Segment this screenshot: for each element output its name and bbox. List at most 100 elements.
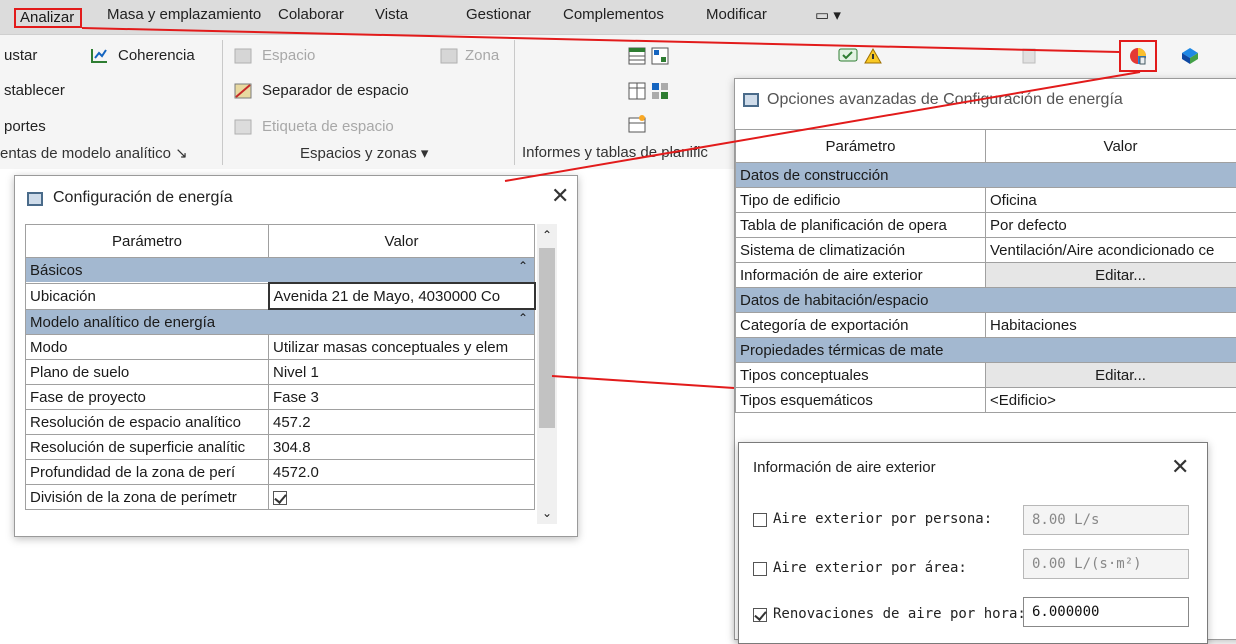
ribbon-separador[interactable]: Separador de espacio (262, 82, 409, 99)
ribbon-coherencia[interactable]: Coherencia (118, 47, 195, 64)
table-row[interactable]: Tabla de planificación de operaPor defec… (736, 213, 1236, 238)
edit-outdoor-air-button[interactable]: Editar... (986, 263, 1236, 288)
table-row[interactable]: División de la zona de perímetr (26, 485, 535, 510)
close-icon[interactable]: ✕ (551, 186, 569, 206)
scrollbar-thumb[interactable] (539, 248, 555, 428)
scrollbar[interactable]: ⌃ ⌄ (537, 224, 557, 524)
legend-icon[interactable] (651, 82, 669, 100)
section-basicos[interactable]: Básicos⌃ (26, 258, 535, 284)
table-row[interactable]: Profundidad de la zona de perí4572.0 (26, 460, 535, 485)
ribbon-zona[interactable]: Zona (465, 47, 499, 64)
param-label: Resolución de superficie analític (26, 435, 269, 460)
table-row[interactable]: Resolución de espacio analítico457.2 (26, 410, 535, 435)
per-person-checkbox[interactable] (753, 511, 767, 529)
column-header-valor[interactable]: Valor (269, 225, 535, 258)
collapse-icon[interactable]: ⌃ (518, 259, 528, 273)
ribbon-ajustar[interactable]: ustar (4, 47, 37, 64)
table-row[interactable]: Fase de proyectoFase 3 (26, 385, 535, 410)
table-row[interactable]: Tipo de edificioOficina (736, 188, 1236, 213)
param-label: Ubicación (26, 283, 269, 309)
menu-extra-dropdown[interactable]: ▭ ▾ (815, 6, 841, 24)
section-datos-construccion[interactable]: Datos de construcción (736, 163, 1236, 188)
menu-masa[interactable]: Masa y emplazamiento (107, 6, 261, 23)
dialog-app-icon (743, 93, 759, 107)
table-row[interactable]: Información de aire exteriorEditar... (736, 263, 1236, 288)
menu-complementos[interactable]: Complementos (563, 6, 664, 23)
ribbon-reportes[interactable]: portes (4, 118, 46, 135)
param-value[interactable]: 4572.0 (269, 460, 535, 485)
param-value[interactable]: 304.8 (269, 435, 535, 460)
param-value[interactable]: 457.2 (269, 410, 535, 435)
menu-analizar[interactable]: Analizar (14, 8, 82, 28)
panel-footer-espacios[interactable]: Espacios y zonas ▾ (300, 144, 428, 162)
panel-footer-herramientas[interactable]: entas de modelo analítico ↘ (0, 144, 188, 162)
param-label: Profundidad de la zona de perí (26, 460, 269, 485)
schedule-alt-icon[interactable] (651, 47, 669, 65)
air-changes-input[interactable]: 6.000000 (1023, 597, 1189, 627)
section-datos-habitacion[interactable]: Datos de habitación/espacio (736, 288, 1236, 313)
ribbon-espacio[interactable]: Espacio (262, 47, 315, 64)
param-value[interactable]: Por defecto (986, 213, 1236, 238)
column-header-valor[interactable]: Valor (986, 130, 1236, 163)
report-icon[interactable] (628, 115, 646, 133)
perimeter-zone-checkbox[interactable] (273, 491, 287, 505)
column-header-parametro[interactable]: Parámetro (736, 130, 986, 163)
param-label: Tipo de edificio (736, 188, 986, 213)
param-label: Tipos esquemáticos (736, 388, 986, 413)
energy-model-icon[interactable] (1180, 46, 1200, 66)
ribbon-etiqueta[interactable]: Etiqueta de espacio (262, 118, 394, 135)
param-label: Fase de proyecto (26, 385, 269, 410)
section-propiedades-termicas[interactable]: Propiedades térmicas de mate (736, 338, 1236, 363)
air-changes-checkbox[interactable] (753, 606, 767, 624)
advanced-settings-table: Parámetro Valor Datos de construcción Ti… (735, 129, 1236, 413)
air-changes-label: Renovaciones de aire por hora: (773, 606, 1026, 622)
param-label: Tabla de planificación de opera (736, 213, 986, 238)
param-value[interactable] (269, 485, 535, 510)
param-label: Categoría de exportación (736, 313, 986, 338)
table-icon[interactable] (628, 82, 646, 100)
menu-colaborar[interactable]: Colaborar (278, 6, 344, 23)
param-value[interactable]: Ventilación/Aire acondicionado ce (986, 238, 1236, 263)
param-value[interactable]: Nivel 1 (269, 360, 535, 385)
param-value[interactable]: Utilizar masas conceptuales y elem (269, 335, 535, 360)
table-row[interactable]: Categoría de exportaciónHabitaciones (736, 313, 1236, 338)
table-row[interactable]: ModoUtilizar masas conceptuales y elem (26, 335, 535, 360)
table-row[interactable]: Ubicación Avenida 21 de Mayo, 4030000 Co (26, 283, 535, 309)
table-row[interactable]: Tipos esquemáticos<Edificio> (736, 388, 1236, 413)
param-value[interactable]: <Edificio> (986, 388, 1236, 413)
table-row[interactable]: Plano de sueloNivel 1 (26, 360, 535, 385)
close-icon[interactable]: ✕ (1171, 457, 1189, 477)
menu-vista[interactable]: Vista (375, 6, 408, 23)
per-area-checkbox[interactable] (753, 560, 767, 578)
per-person-input[interactable]: 8.00 L/s (1023, 505, 1189, 535)
warning-icon[interactable] (864, 47, 882, 65)
etiqueta-icon (234, 118, 252, 136)
param-value[interactable]: Habitaciones (986, 313, 1236, 338)
check-icon[interactable] (838, 47, 860, 65)
separador-icon (234, 82, 252, 100)
param-value[interactable]: Oficina (986, 188, 1236, 213)
collapse-icon[interactable]: ⌃ (518, 311, 528, 325)
menu-gestionar[interactable]: Gestionar (466, 6, 531, 23)
menu-modificar[interactable]: Modificar (706, 6, 767, 23)
scroll-up-icon[interactable]: ⌃ (542, 228, 552, 242)
outdoor-air-dialog: Información de aire exterior ✕ Aire exte… (738, 442, 1208, 644)
ribbon-separator (222, 40, 223, 165)
per-area-input[interactable]: 0.00 L/(s·m²) (1023, 549, 1189, 579)
edit-conceptual-types-button[interactable]: Editar... (986, 363, 1236, 388)
param-value[interactable]: Fase 3 (269, 385, 535, 410)
table-row[interactable]: Sistema de climatizaciónVentilación/Aire… (736, 238, 1236, 263)
ribbon-restablecer[interactable]: stablecer (4, 82, 65, 99)
energy-settings-icon[interactable] (1128, 46, 1148, 66)
schedule-icon[interactable] (628, 47, 646, 65)
location-value-field[interactable]: Avenida 21 de Mayo, 4030000 Co (269, 283, 535, 309)
column-header-parametro[interactable]: Parámetro (26, 225, 269, 258)
section-modelo-analitico[interactable]: Modelo analítico de energía⌃ (26, 309, 535, 335)
table-row[interactable]: Resolución de superficie analític304.8 (26, 435, 535, 460)
param-label: Plano de suelo (26, 360, 269, 385)
per-area-label: Aire exterior por área: (773, 560, 967, 576)
scroll-down-icon[interactable]: ⌄ (542, 506, 552, 520)
energy-settings-dialog: Configuración de energía ✕ Parámetro Val… (14, 175, 578, 537)
table-row[interactable]: Tipos conceptualesEditar... (736, 363, 1236, 388)
panel-footer-informes[interactable]: Informes y tablas de planific (522, 144, 708, 161)
